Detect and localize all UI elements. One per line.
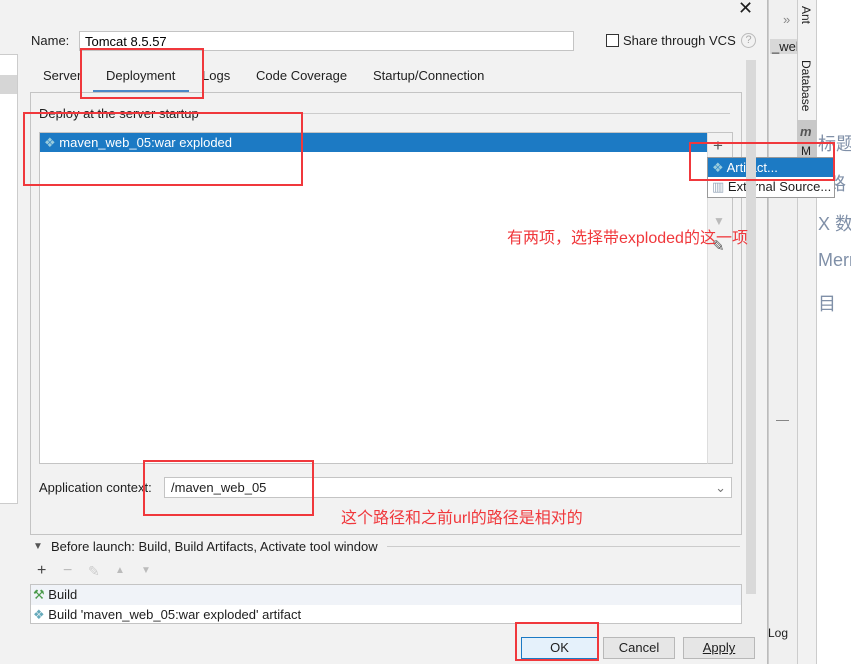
annotation-box	[143, 460, 314, 516]
side-tab-ant[interactable]: Ant	[799, 6, 813, 24]
side-tab-database[interactable]: Database	[799, 60, 813, 111]
archive-icon: ▥	[712, 179, 725, 194]
before-launch-label[interactable]: Before launch: Build, Build Artifacts, A…	[51, 539, 378, 554]
before-launch-list[interactable]: ⚒ Build ❖ Build 'maven_web_05:war explod…	[30, 584, 742, 624]
chevron-down-icon[interactable]: ⌄	[715, 478, 726, 497]
ide-strip	[768, 0, 797, 664]
cancel-button[interactable]: Cancel	[603, 637, 675, 659]
apply-button[interactable]: Apply	[683, 637, 755, 659]
name-label: Name:	[31, 33, 70, 48]
scrollbar[interactable]	[746, 60, 756, 594]
tab-startup-connection[interactable]: Startup/Connection	[373, 68, 484, 83]
tab-logs[interactable]: Logs	[202, 68, 230, 83]
remove-task-icon[interactable]: −	[63, 562, 72, 580]
annotation-note: 这个路径和之前url的路径是相对的	[341, 510, 583, 527]
move-up-icon[interactable]: ▲	[115, 565, 125, 576]
move-down-icon[interactable]: ▼	[141, 565, 151, 576]
help-icon[interactable]: ?	[741, 33, 756, 48]
config-tree[interactable]	[0, 54, 18, 504]
artifact-icon: ❖	[33, 607, 45, 622]
collapse-icon[interactable]: —	[776, 412, 789, 427]
ide-log-tab[interactable]: Log	[768, 626, 788, 640]
app-context-label: Application context:	[39, 480, 152, 495]
annotation-box	[689, 142, 835, 181]
bg-text: X 数	[818, 214, 851, 234]
ide-chevron[interactable]: »	[783, 12, 790, 27]
collapse-triangle-icon[interactable]: ▼	[33, 541, 43, 552]
annotation-box	[80, 48, 204, 99]
hammer-icon: ⚒	[33, 587, 45, 602]
bg-text: 目	[818, 294, 836, 314]
add-task-icon[interactable]: +	[37, 562, 46, 580]
maven-icon: m	[800, 124, 812, 139]
tab-server[interactable]: Server	[43, 68, 81, 83]
tab-code-coverage[interactable]: Code Coverage	[256, 68, 347, 83]
separator	[387, 546, 740, 547]
edit-task-icon[interactable]: ✎	[88, 563, 100, 580]
annotation-box	[23, 112, 303, 186]
annotation-note: 有两项，选择带exploded的这一项	[507, 230, 748, 247]
list-item[interactable]: ⚒ Build	[31, 585, 741, 605]
bg-text: Merr	[818, 250, 851, 270]
list-item[interactable]: ❖ Build 'maven_web_05:war exploded' arti…	[31, 605, 741, 623]
close-icon[interactable]: ✕	[738, 0, 753, 19]
share-vcs-label: Share through VCS	[623, 33, 736, 48]
share-vcs-checkbox[interactable]	[606, 34, 619, 47]
annotation-box	[515, 622, 599, 661]
